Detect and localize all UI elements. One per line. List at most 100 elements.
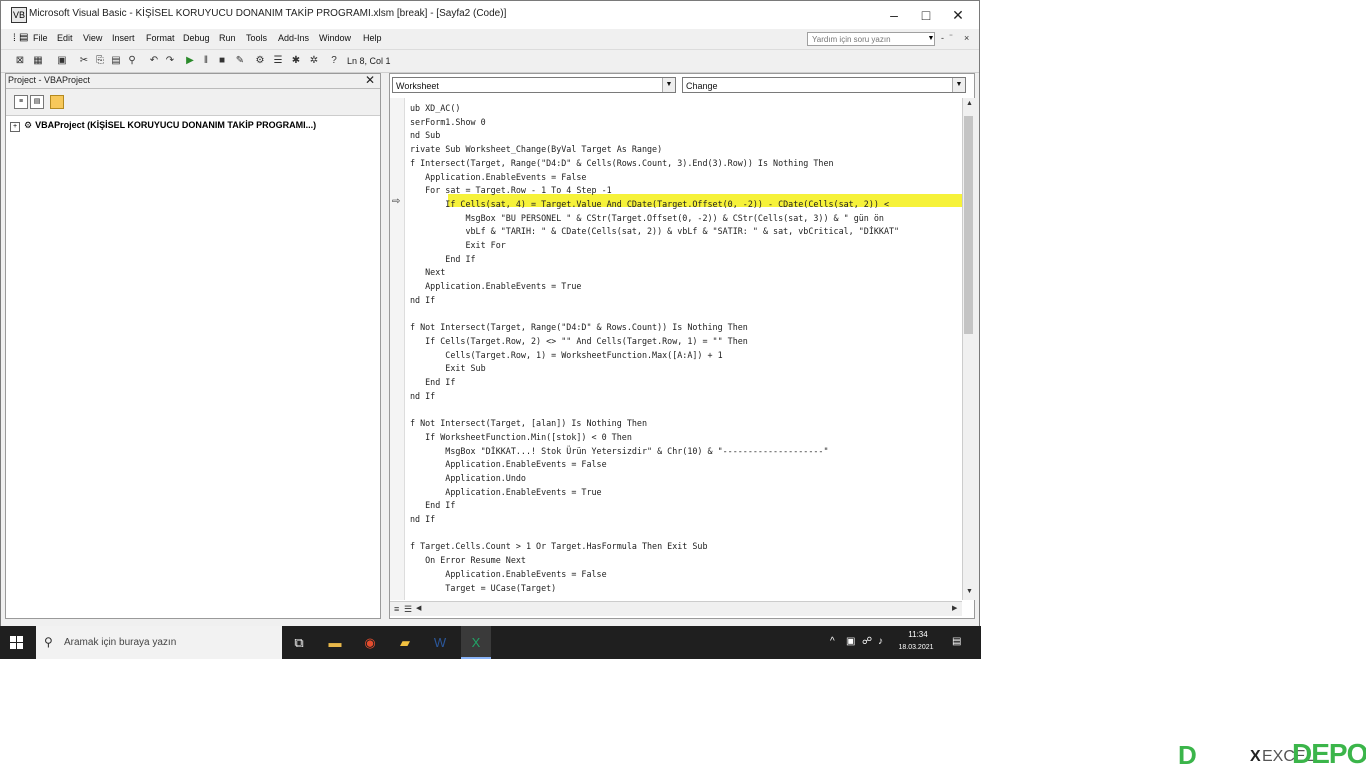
project-pane-close-button[interactable]: ✕: [365, 73, 375, 87]
code-line[interactable]: f Intersect(Target, Range("D4:D" & Cells…: [410, 157, 834, 170]
code-line[interactable]: Cells(Target.Row, 1) = WorksheetFunction…: [410, 349, 722, 362]
code-line[interactable]: Application.EnableEvents = True: [410, 486, 601, 499]
tray-wifi-icon[interactable]: ☍: [862, 636, 872, 647]
insert-userform-icon[interactable]: ▦: [31, 54, 45, 68]
code-line[interactable]: vbLf & "TARIH: " & CDate(Cells(sat, 2)) …: [410, 225, 899, 238]
mdi-close-button[interactable]: ×: [964, 33, 969, 43]
scroll-left-icon[interactable]: ◀: [416, 604, 421, 612]
excel-taskbar-button[interactable]: X: [461, 626, 491, 659]
chrome-icon[interactable]: ◉: [359, 632, 381, 654]
code-line[interactable]: End If: [410, 499, 455, 512]
code-line[interactable]: serForm1.Show 0: [410, 116, 486, 129]
file-explorer-icon[interactable]: ▬: [324, 632, 346, 654]
code-line[interactable]: Application.EnableEvents = False: [410, 458, 606, 471]
view-excel-icon[interactable]: ⊠: [13, 54, 27, 68]
code-line[interactable]: nd Sub: [410, 129, 440, 142]
code-line[interactable]: Target = UCase(Target): [410, 582, 556, 595]
code-editor[interactable]: ⇨ ub XD_AC() serForm1.Show 0nd Sub rivate …: [390, 98, 962, 600]
chevron-down-icon[interactable]: ▼: [927, 32, 935, 46]
maximize-button[interactable]: □: [911, 3, 941, 27]
menu-insert[interactable]: Insert: [112, 33, 135, 43]
code-line[interactable]: If Cells(sat, 4) = Target.Value And CDat…: [410, 198, 889, 211]
chevron-down-icon[interactable]: ▼: [662, 78, 675, 92]
taskbar-search[interactable]: ⚲ Aramak için buraya yazın: [36, 626, 282, 659]
code-line[interactable]: f Not Intersect(Target, Range("D4:D" & R…: [410, 321, 748, 334]
project-explorer-icon[interactable]: ⚙: [253, 54, 267, 68]
cut-icon[interactable]: ✂: [77, 54, 91, 68]
code-line[interactable]: On Error Resume Next: [410, 554, 526, 567]
code-line[interactable]: Application.EnableEvents = True: [410, 280, 581, 293]
view-object-icon[interactable]: ▤: [30, 95, 44, 109]
expand-icon[interactable]: +: [10, 122, 20, 132]
menu-debug[interactable]: Debug: [183, 33, 210, 43]
windows-start-icon[interactable]: [10, 636, 24, 650]
copy-icon[interactable]: ⎘: [93, 54, 107, 68]
tray-network-icon[interactable]: ▣: [846, 636, 855, 647]
redo-icon[interactable]: ↷: [163, 54, 177, 68]
code-line[interactable]: For sat = Target.Row - 1 To 4 Step -1: [410, 184, 612, 197]
break-icon[interactable]: ‖: [199, 54, 213, 68]
scroll-thumb[interactable]: [964, 116, 973, 334]
code-line[interactable]: If WorksheetFunction.Min([stok]) < 0 The…: [410, 431, 632, 444]
chevron-down-icon[interactable]: ▼: [952, 78, 965, 92]
menu-format[interactable]: Format: [146, 33, 175, 43]
menu-addins[interactable]: Add-Ins: [278, 33, 309, 43]
code-line[interactable]: f Target.Cells.Count > 1 Or Target.HasFo…: [410, 540, 708, 553]
code-line[interactable]: If Cells(Target.Row, 2) <> "" And Cells(…: [410, 335, 748, 348]
code-line[interactable]: Next: [410, 266, 445, 279]
menu-tools[interactable]: Tools: [246, 33, 267, 43]
help-search-input[interactable]: Yardım için soru yazın: [807, 32, 935, 46]
close-button[interactable]: ✕: [943, 3, 973, 27]
folder-app-icon[interactable]: ▰: [394, 632, 416, 654]
object-browser-icon[interactable]: ✱: [289, 54, 303, 68]
word-icon[interactable]: W: [429, 632, 451, 654]
menu-help[interactable]: Help: [363, 33, 382, 43]
code-line[interactable]: ub XD_AC(): [410, 102, 460, 115]
minimize-button[interactable]: –: [879, 3, 909, 27]
code-line[interactable]: MsgBox "BU PERSONEL " & CStr(Target.Offs…: [410, 212, 884, 225]
code-line[interactable]: nd If: [410, 513, 435, 526]
tray-clock-time[interactable]: 11:34: [900, 630, 936, 639]
menu-edit[interactable]: Edit: [57, 33, 73, 43]
toggle-folders-icon[interactable]: [50, 95, 64, 109]
procedure-view-icon[interactable]: ≡: [394, 604, 399, 614]
design-mode-icon[interactable]: ✎: [233, 54, 247, 68]
undo-icon[interactable]: ↶: [147, 54, 161, 68]
code-line[interactable]: Exit For: [410, 239, 505, 252]
tray-overflow-icon[interactable]: ^: [830, 636, 835, 647]
module-view-icon[interactable]: ☰: [404, 604, 412, 615]
menu-view[interactable]: View: [83, 33, 102, 43]
paste-icon[interactable]: ▤: [109, 54, 123, 68]
code-line[interactable]: f Not Intersect(Target, [alan]) Is Nothi…: [410, 417, 647, 430]
code-line[interactable]: MsgBox "DİKKAT...! Stok Ürün Yetersizdir…: [410, 445, 828, 458]
mdi-minimize-button[interactable]: -: [941, 33, 944, 43]
help-icon[interactable]: ?: [327, 54, 341, 68]
code-line[interactable]: End If: [410, 253, 475, 266]
code-margin[interactable]: ⇨: [390, 98, 405, 600]
code-line[interactable]: Exit Sub: [410, 362, 485, 375]
toolbox-icon[interactable]: ✲: [307, 54, 321, 68]
view-code-icon[interactable]: ≡: [14, 95, 28, 109]
code-line[interactable]: nd If: [410, 390, 435, 403]
scroll-up-icon[interactable]: ▲: [966, 100, 973, 107]
properties-icon[interactable]: ☰: [271, 54, 285, 68]
code-line[interactable]: Application.Undo: [410, 472, 526, 485]
scroll-right-icon[interactable]: ▶: [952, 604, 957, 612]
vertical-scrollbar[interactable]: ▲ ▼: [962, 98, 975, 600]
project-tree-root[interactable]: + ⚙ VBAProject (KİŞİSEL KORUYUCU DONANIM T…: [10, 120, 316, 132]
menu-window[interactable]: Window: [319, 33, 351, 43]
reset-icon[interactable]: ■: [215, 54, 229, 68]
code-line[interactable]: End If: [410, 376, 455, 389]
tray-volume-icon[interactable]: ♪: [878, 636, 883, 647]
code-line[interactable]: rivate Sub Worksheet_Change(ByVal Target…: [410, 143, 662, 156]
find-icon[interactable]: ⚲: [125, 54, 139, 68]
save-icon[interactable]: ▣: [55, 54, 69, 68]
task-view-icon[interactable]: ⧉: [288, 632, 310, 654]
menu-file[interactable]: File: [33, 33, 48, 43]
procedure-combo[interactable]: Change ▼: [682, 77, 966, 93]
run-icon[interactable]: ▶: [183, 54, 197, 68]
code-line[interactable]: Application.EnableEvents = False: [410, 171, 586, 184]
code-line[interactable]: nd If: [410, 294, 435, 307]
object-combo[interactable]: Worksheet ▼: [392, 77, 676, 93]
horizontal-scrollbar[interactable]: ≡ ☰ ◀ ▶: [390, 601, 962, 616]
